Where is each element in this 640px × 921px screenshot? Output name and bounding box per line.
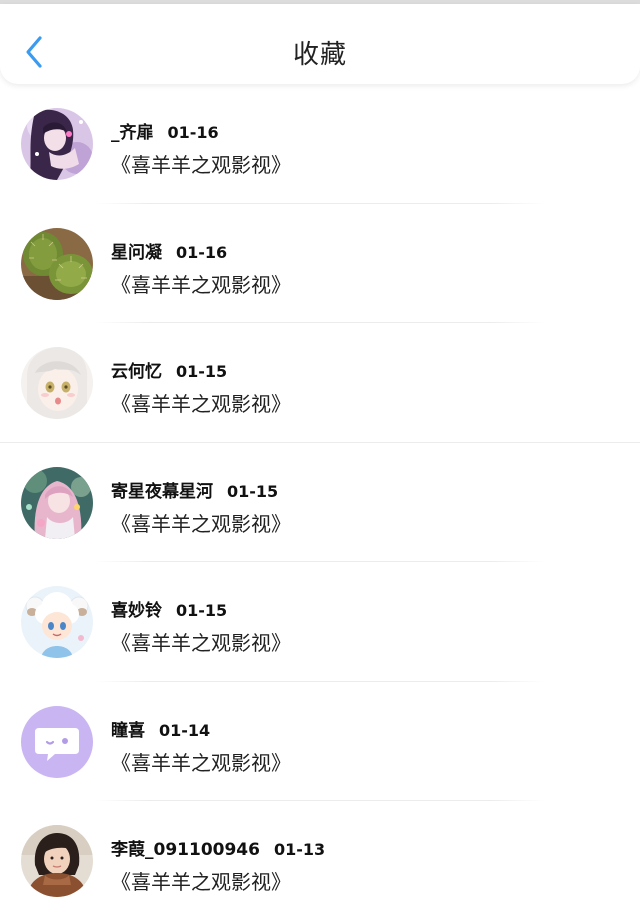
list-item[interactable]: 瞳喜 01-14 《喜羊羊之观影视》 [0,682,640,801]
default-chat-avatar[interactable] [21,705,93,778]
item-title: 《喜羊羊之观影视》 [111,392,291,416]
list-item[interactable]: _齐扉 01-16 《喜羊羊之观影视》 [0,84,640,204]
user-name: _齐扉 [111,123,154,143]
item-title: 《喜羊羊之观影视》 [111,870,291,894]
item-title: 《喜羊羊之观影视》 [111,272,291,297]
item-date: 01-16 [167,123,219,142]
item-title: 《喜羊羊之观影视》 [111,631,291,655]
user-name: 星问凝 [111,242,162,263]
list-item[interactable]: 云何忆 01-15 《喜羊羊之观影视》 [0,323,640,443]
favorites-list: _齐扉 01-16 《喜羊羊之观影视》 星问凝 01-16 《喜羊羊之观影视》 … [0,84,640,921]
list-item[interactable]: 星问凝 01-16 《喜羊羊之观影视》 [0,204,640,323]
list-item[interactable]: 喜妙铃 01-15 《喜羊羊之观影视》 [0,562,640,682]
user-name: 瞳喜 [111,720,145,741]
item-date: 01-15 [176,362,228,381]
item-title: 《喜羊羊之观影视》 [111,511,291,536]
item-date: 01-16 [176,242,228,262]
item-date: 01-15 [176,601,228,620]
list-item[interactable]: 李葭_091100946 01-13 《喜羊羊之观影视》 [0,801,640,921]
list-item[interactable]: 寄星夜幕星河 01-15 《喜羊羊之观影视》 [0,443,640,562]
user-name: 喜妙铃 [111,601,162,621]
page-title: 收藏 [292,40,347,70]
item-date: 01-13 [273,840,326,859]
header-bar: 收藏 [0,4,640,84]
item-title: 《喜羊羊之观影视》 [111,750,291,775]
photo-avatar[interactable] [21,825,93,897]
user-name: 寄星夜幕星河 [111,481,213,502]
user-name: 云何忆 [111,362,162,382]
sheep-chibi-avatar[interactable] [21,586,93,658]
anime-girl-avatar[interactable] [21,108,93,180]
item-date: 01-14 [159,720,211,740]
white-hair-anime-avatar[interactable] [21,347,93,419]
item-title: 《喜羊羊之观影视》 [111,153,291,177]
cactus-avatar[interactable] [21,227,93,300]
user-name: 李葭_091100946 [111,840,260,860]
pink-hair-anime-avatar[interactable] [21,466,93,539]
item-date: 01-15 [227,481,279,501]
